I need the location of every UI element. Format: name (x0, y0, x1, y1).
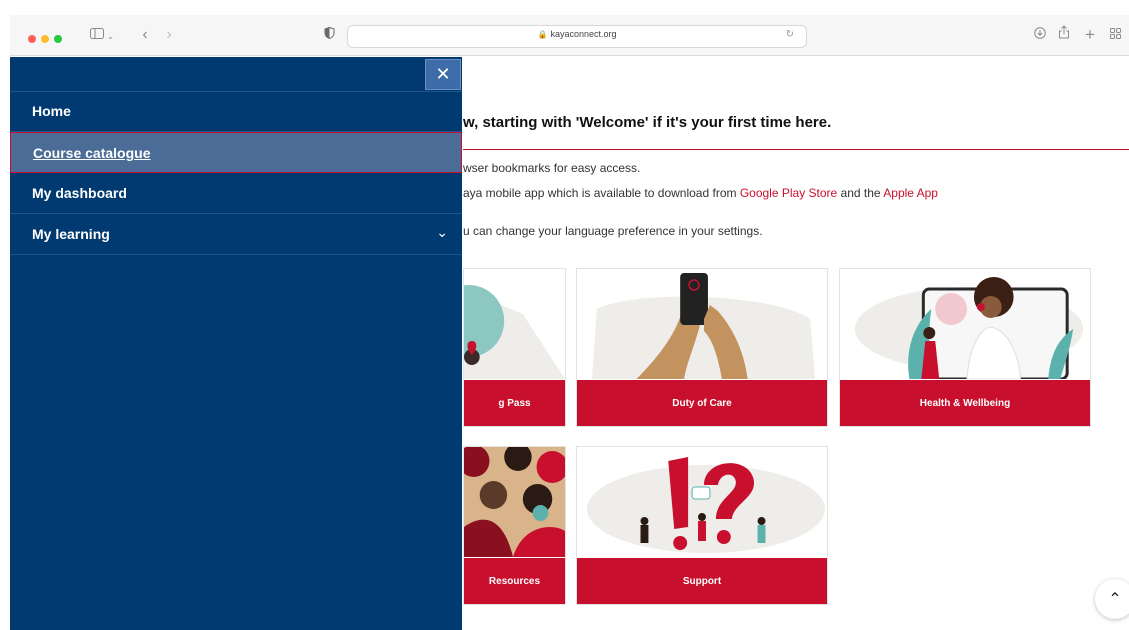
shield-icon[interactable] (322, 25, 336, 45)
window-controls (28, 30, 67, 48)
bookmark-text: wser bookmarks for easy access. (463, 161, 641, 175)
scroll-to-top-button[interactable]: ⌃ (1095, 579, 1129, 619)
card-label: Duty of Care (577, 380, 827, 426)
app-text: aya mobile app which is available to dow… (463, 186, 938, 200)
course-card-resources[interactable]: Resources (463, 446, 566, 605)
passport-illustration (464, 269, 565, 379)
language-text: u can change your language preference in… (463, 224, 763, 238)
sidebar-icon[interactable]: ⌄ (88, 25, 116, 45)
nav-item-home[interactable]: Home (10, 91, 462, 132)
apple-app-link[interactable]: Apple App (883, 186, 938, 200)
tab-overview-icon[interactable] (1107, 25, 1123, 45)
share-icon[interactable] (1056, 25, 1072, 45)
address-bar[interactable]: 🔒 kayaconnect.org ↻ (347, 25, 807, 48)
app-text-prefix: aya mobile app which is available to dow… (463, 186, 740, 200)
close-window-icon[interactable] (28, 35, 36, 43)
minimize-window-icon[interactable] (41, 35, 49, 43)
lock-icon: 🔒 (537, 30, 548, 39)
course-card-health-wellbeing[interactable]: Health & Wellbeing (839, 268, 1091, 427)
card-label: g Pass (464, 380, 565, 426)
course-card-support[interactable]: Support (576, 446, 828, 605)
navigation-drawer: ✕ Home Course catalogue My dashboard My … (10, 57, 462, 630)
course-card-passport[interactable]: g Pass (463, 268, 566, 427)
card-label: Support (577, 558, 827, 604)
heading-divider (463, 149, 1129, 150)
zoom-window-icon[interactable] (54, 35, 62, 43)
nav-item-course-catalogue[interactable]: Course catalogue (10, 132, 462, 173)
new-tab-icon[interactable]: + (1082, 25, 1098, 45)
nav-item-label: Course catalogue (33, 145, 151, 161)
drawer-header: ✕ (10, 57, 462, 92)
back-icon[interactable]: ‹ (138, 25, 152, 45)
browser-toolbar: ⌄ ‹ › 🔒 kayaconnect.org ↻ + (10, 15, 1129, 56)
google-play-link[interactable]: Google Play Store (740, 186, 837, 200)
forward-icon[interactable]: › (162, 25, 176, 45)
card-label: Resources (464, 558, 565, 604)
chevron-down-icon[interactable]: ⌄ (436, 224, 448, 241)
app-text-mid: and the (837, 186, 884, 200)
url-text: kayaconnect.org (550, 29, 617, 39)
card-label: Health & Wellbeing (840, 380, 1090, 426)
nav-item-label: Home (32, 103, 71, 119)
nav-item-label: My learning (32, 226, 110, 242)
download-icon[interactable] (1032, 25, 1048, 45)
page-heading: w, starting with 'Welcome' if it's your … (463, 114, 832, 131)
nav-item-label: My dashboard (32, 185, 127, 201)
close-icon: ✕ (435, 64, 451, 84)
nav-item-my-learning[interactable]: My learning ⌄ (10, 214, 462, 255)
reload-icon[interactable]: ↻ (786, 29, 794, 40)
chevron-up-icon: ⌃ (1108, 591, 1122, 608)
support-illustration (577, 447, 827, 557)
phone-hand-illustration (577, 269, 827, 379)
nav-item-my-dashboard[interactable]: My dashboard (10, 173, 462, 214)
close-drawer-button[interactable]: ✕ (425, 59, 461, 90)
resources-illustration (464, 447, 565, 557)
course-card-duty-of-care[interactable]: Duty of Care (576, 268, 828, 427)
health-wellbeing-illustration (840, 269, 1090, 379)
